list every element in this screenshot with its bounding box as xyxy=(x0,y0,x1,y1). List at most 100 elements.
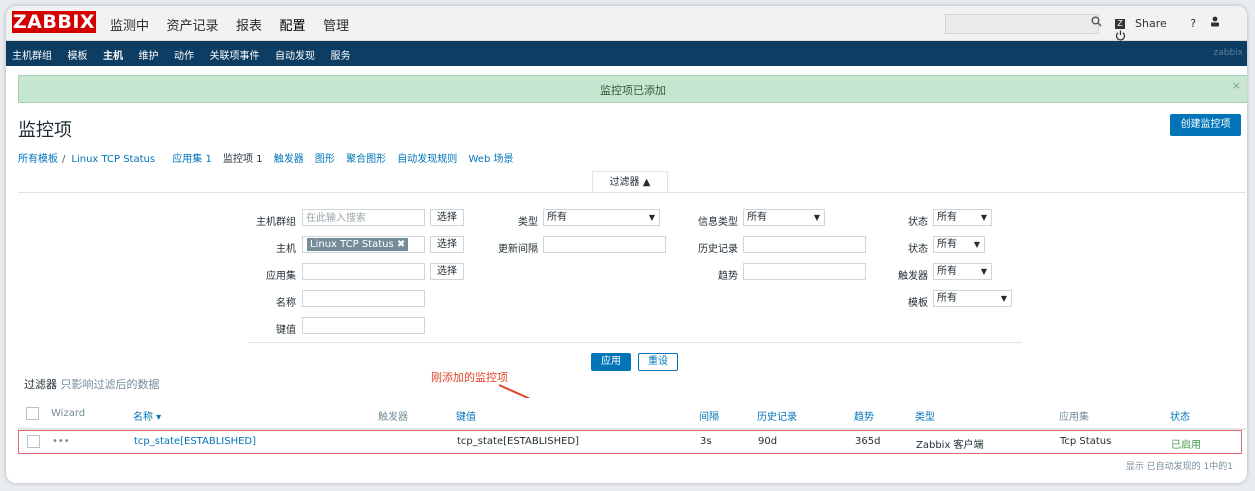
item-name-link[interactable]: tcp_state[ESTABLISHED] xyxy=(134,436,256,447)
triggers-select[interactable]: 所有 ▼ xyxy=(933,263,992,280)
menu-inventory[interactable]: 资产记录 xyxy=(167,15,219,34)
menu-monitoring[interactable]: 监测中 xyxy=(110,15,149,34)
apply-button[interactable]: 应用 xyxy=(591,353,631,371)
template-select[interactable]: 所有 ▼ xyxy=(933,290,1012,307)
col-type[interactable]: 类型 xyxy=(915,408,935,423)
submenu-templates[interactable]: 模板 xyxy=(68,47,88,62)
table-footer: 显示 已自动发现的 1中的1 xyxy=(1125,462,1233,472)
app-window: ZABBIX 监测中 资产记录 报表 配置 管理 Z Share ? 主机群组 模… xyxy=(6,6,1247,483)
host-select-button[interactable]: 选择 xyxy=(430,236,464,253)
item-trends: 365d xyxy=(855,436,881,447)
tab-discovery-rules[interactable]: 自动发现规则 xyxy=(397,150,457,165)
col-applications: 应用集 xyxy=(1059,412,1089,423)
table-row: ••• tcp_state[ESTABLISHED] tcp_state[EST… xyxy=(18,430,1242,454)
search-icon[interactable] xyxy=(1091,16,1102,30)
filter-panel: 主机群组 在此输入搜索 选择 主机 Linux TCP Status ✖ 选择 … xyxy=(18,192,1246,373)
name-input[interactable] xyxy=(302,290,425,307)
col-wizard: Wizard xyxy=(51,408,86,419)
col-key[interactable]: 键值 xyxy=(456,408,476,423)
user-icon[interactable] xyxy=(1210,16,1220,30)
interval-input[interactable] xyxy=(543,236,666,253)
close-icon[interactable]: × xyxy=(1232,79,1241,92)
hostgroup-input[interactable]: 在此输入搜索 xyxy=(302,209,425,226)
breadcrumb-template[interactable]: Linux TCP Status xyxy=(71,154,155,165)
breadcrumb-separator: / xyxy=(62,154,66,165)
tab-items[interactable]: 监控项 1 xyxy=(223,150,263,165)
item-type: Zabbix 客户端 xyxy=(916,440,984,451)
reset-button[interactable]: 重设 xyxy=(638,353,678,371)
history-label: 历史记录 xyxy=(698,244,738,255)
top-bar: ZABBIX 监测中 资产记录 报表 配置 管理 Z Share ? xyxy=(6,6,1247,41)
info-type-select[interactable]: 所有 ▼ xyxy=(743,209,825,226)
template-value: 所有 xyxy=(937,293,957,304)
submenu-maintenance[interactable]: 维护 xyxy=(139,47,159,62)
submenu-services[interactable]: 服务 xyxy=(331,47,351,62)
submenu-hostgroups[interactable]: 主机群组 xyxy=(12,47,52,62)
item-applications: Tcp Status xyxy=(1060,436,1112,447)
key-input[interactable] xyxy=(302,317,425,334)
item-key: tcp_state[ESTABLISHED] xyxy=(457,436,580,447)
history-input[interactable] xyxy=(743,236,866,253)
template-label: 模板 xyxy=(908,298,928,309)
wizard-menu-icon[interactable]: ••• xyxy=(52,436,70,447)
trends-label: 趋势 xyxy=(718,271,738,282)
menu-administration[interactable]: 管理 xyxy=(323,15,349,34)
host-input[interactable]: Linux TCP Status ✖ xyxy=(302,236,425,253)
trends-input[interactable] xyxy=(743,263,866,280)
item-history: 90d xyxy=(758,436,778,447)
share-button[interactable]: Z Share xyxy=(1115,17,1177,30)
col-status[interactable]: 状态 xyxy=(1170,408,1190,423)
tab-web-scenarios[interactable]: Web 场景 xyxy=(468,150,513,165)
hostgroup-label: 主机群组 xyxy=(256,217,296,228)
tab-screens[interactable]: 聚合图形 xyxy=(346,150,386,165)
col-trends[interactable]: 趋势 xyxy=(854,408,874,423)
breadcrumb: 所有模板 / Linux TCP Status 应用集 1 监控项 1 触发器 图形… xyxy=(18,150,521,165)
info-type-label: 信息类型 xyxy=(698,217,738,228)
status-label: 状态 xyxy=(908,244,928,255)
page-title: 监控项 xyxy=(18,120,72,141)
top-icons: Z Share ? xyxy=(1115,16,1247,44)
submenu-hosts[interactable]: 主机 xyxy=(103,47,123,62)
item-status-link[interactable]: 已启用 xyxy=(1171,436,1201,451)
hostgroup-select-button[interactable]: 选择 xyxy=(430,209,464,226)
filter-tab[interactable]: 过滤器 ▲ xyxy=(592,171,668,194)
tab-graphs[interactable]: 图形 xyxy=(315,150,335,165)
breadcrumb-all-templates[interactable]: 所有模板 xyxy=(18,150,58,165)
row-checkbox[interactable] xyxy=(27,435,40,448)
tab-triggers[interactable]: 触发器 xyxy=(274,150,304,165)
col-interval[interactable]: 间隔 xyxy=(699,408,719,423)
create-item-button[interactable]: 创建监控项 xyxy=(1170,114,1241,136)
submenu-correlation[interactable]: 关联项事件 xyxy=(210,47,260,62)
main-menu: 监测中 资产记录 报表 配置 管理 xyxy=(110,15,363,34)
server-name: zabbix xyxy=(1213,48,1244,58)
application-select-button[interactable]: 选择 xyxy=(430,263,464,280)
application-input[interactable] xyxy=(302,263,425,280)
filter-note: 过滤器 只影响过滤后的数据 xyxy=(24,376,160,392)
info-type-value: 所有 xyxy=(747,212,767,223)
filter-note-title: 过滤器 xyxy=(24,378,57,391)
state-select[interactable]: 所有 ▼ xyxy=(933,209,992,226)
state-value: 所有 xyxy=(937,212,957,223)
chevron-down-icon: ▼ xyxy=(1000,294,1007,303)
select-all-checkbox[interactable] xyxy=(26,407,39,420)
key-label: 键值 xyxy=(276,325,296,336)
name-label: 名称 xyxy=(276,298,296,309)
search-input[interactable] xyxy=(945,14,1099,34)
help-icon[interactable]: ? xyxy=(1190,17,1196,30)
status-value: 所有 xyxy=(937,239,957,250)
col-history[interactable]: 历史记录 xyxy=(757,408,797,423)
status-select[interactable]: 所有 ▼ xyxy=(933,236,985,253)
submenu-actions[interactable]: 动作 xyxy=(174,47,194,62)
host-chip[interactable]: Linux TCP Status ✖ xyxy=(307,238,409,251)
type-select[interactable]: 所有 ▼ xyxy=(543,209,660,226)
menu-reports[interactable]: 报表 xyxy=(236,15,262,34)
application-label: 应用集 xyxy=(266,271,296,282)
submenu-discovery[interactable]: 自动发现 xyxy=(275,47,315,62)
col-name[interactable]: 名称 ▾ xyxy=(133,408,161,423)
zabbix-logo[interactable]: ZABBIX xyxy=(12,11,96,33)
menu-configuration[interactable]: 配置 xyxy=(280,15,306,34)
tab-applications[interactable]: 应用集 1 xyxy=(172,150,212,165)
chevron-down-icon: ▼ xyxy=(980,213,987,222)
share-label: Share xyxy=(1135,17,1167,30)
triggers-label: 触发器 xyxy=(898,271,928,282)
